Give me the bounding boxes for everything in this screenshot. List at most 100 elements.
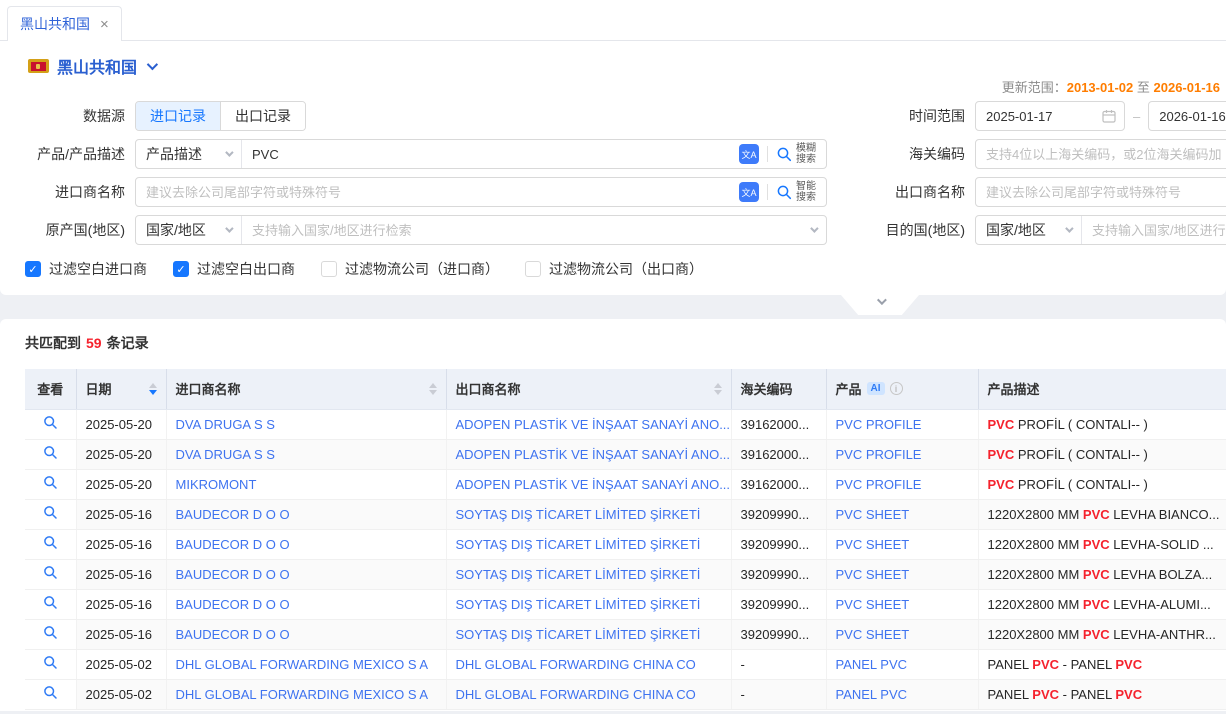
product-link[interactable]: PANEL PVC [836, 657, 908, 672]
importer-link[interactable]: DHL GLOBAL FORWARDING MEXICO S A [176, 687, 429, 702]
exporter-link[interactable]: DHL GLOBAL FORWARDING CHINA CO [456, 657, 696, 672]
filter-checkbox-1[interactable]: ✓过滤空白出口商 [173, 259, 295, 279]
view-record-button[interactable] [43, 685, 58, 700]
sort-desc-icon[interactable] [149, 390, 157, 395]
importer-label: 进口商名称 [0, 182, 135, 202]
importer-link[interactable]: MIKROMONT [176, 477, 257, 492]
exporter-link[interactable]: ADOPEN PLASTİK VE İNŞAAT SANAYİ ANO... [456, 447, 731, 462]
exporter-link[interactable]: SOYTAŞ DIŞ TİCARET LİMİTED ŞİRKETİ [456, 567, 701, 582]
product-link[interactable]: PVC SHEET [836, 507, 910, 522]
table-body: 2025-05-20DVA DRUGA S SADOPEN PLASTİK VE… [25, 409, 1226, 709]
importer-link[interactable]: DHL GLOBAL FORWARDING MEXICO S A [176, 657, 429, 672]
importer-link[interactable]: DVA DRUGA S S [176, 447, 275, 462]
importer-input[interactable] [136, 179, 739, 205]
product-link[interactable]: PVC SHEET [836, 597, 910, 612]
smart-search-icon[interactable] [776, 184, 793, 201]
results-panel: 共匹配到59条记录 查看日期进口商名称出口商名称海关编码产品AIi产品描述 20… [0, 319, 1226, 711]
fuzzy-search-icon[interactable] [776, 146, 793, 163]
destination-type-select[interactable]: 国家/地区 [976, 216, 1081, 244]
sort-desc-icon[interactable] [429, 390, 437, 395]
exporter-link[interactable]: SOYTAŞ DIŞ TİCARET LİMİTED ŞİRKETİ [456, 627, 701, 642]
exporter-link[interactable]: DHL GLOBAL FORWARDING CHINA CO [456, 687, 696, 702]
product-link[interactable]: PVC PROFILE [836, 477, 922, 492]
exporter-link[interactable]: SOYTAŞ DIŞ TİCARET LİMİTED ŞİRKETİ [456, 507, 701, 522]
origin-country-input[interactable] [242, 217, 810, 243]
importer-link[interactable]: BAUDECOR D O O [176, 537, 290, 552]
sort-asc-icon[interactable] [149, 383, 157, 388]
destination-country-input[interactable] [1082, 217, 1226, 243]
hs-code-cell: 39209990... [731, 619, 826, 649]
importer-link[interactable]: BAUDECOR D O O [176, 627, 290, 642]
exporter-link[interactable]: SOYTAŞ DIŞ TİCARET LİMİTED ŞİRKETİ [456, 597, 701, 612]
exporter-link[interactable]: ADOPEN PLASTİK VE İNŞAAT SANAYİ ANO... [456, 477, 731, 492]
product-link[interactable]: PANEL PVC [836, 687, 908, 702]
sort-icons[interactable] [141, 383, 157, 395]
description-cell: 1220X2800 MM PVC LEVHA-ANTHR... [978, 619, 1226, 649]
checkbox-unchecked-icon[interactable] [525, 261, 541, 277]
data-source-option-0[interactable]: 进口记录 [136, 102, 220, 130]
tab-montenegro[interactable]: 黑山共和国 × [7, 6, 122, 41]
product-search-input[interactable] [242, 141, 739, 167]
product-link[interactable]: PVC SHEET [836, 537, 910, 552]
product-link[interactable]: PVC PROFILE [836, 417, 922, 432]
importer-link[interactable]: BAUDECOR D O O [176, 597, 290, 612]
update-range-middle: 至 [1137, 80, 1150, 95]
column-header-2[interactable]: 进口商名称 [166, 369, 446, 409]
checkbox-checked-icon[interactable]: ✓ [25, 261, 41, 277]
start-date-value: 2025-01-17 [986, 109, 1102, 124]
date-range-separator: – [1133, 109, 1140, 124]
product-link[interactable]: PVC PROFILE [836, 447, 922, 462]
sort-icons[interactable] [421, 383, 437, 395]
hs-code-cell: 39209990... [731, 499, 826, 529]
filter-checkbox-2[interactable]: 过滤物流公司（进口商） [321, 259, 499, 279]
column-header-1[interactable]: 日期 [76, 369, 166, 409]
fuzzy-search-button[interactable]: 模糊搜索 [796, 143, 818, 165]
highlighted-keyword: PVC [988, 477, 1015, 492]
product-type-select[interactable]: 产品描述 [136, 140, 241, 168]
view-record-button[interactable] [43, 445, 58, 460]
view-record-button[interactable] [43, 475, 58, 490]
exporter-link[interactable]: ADOPEN PLASTİK VE İNŞAAT SANAYİ ANO... [456, 417, 731, 432]
collapse-search-panel-button[interactable] [841, 295, 919, 315]
info-icon[interactable]: i [890, 382, 903, 395]
chevron-down-icon [1065, 224, 1073, 232]
translate-icon[interactable]: 文A [739, 182, 759, 202]
country-selector[interactable]: 黑山共和国 [0, 51, 1226, 79]
view-record-button[interactable] [43, 505, 58, 520]
checkbox-checked-icon[interactable]: ✓ [173, 261, 189, 277]
importer-link[interactable]: BAUDECOR D O O [176, 567, 290, 582]
form-row-4: 原产国(地区) 国家/地区 目的国(地区) 国家/地区 [0, 215, 1226, 245]
view-record-button[interactable] [43, 415, 58, 430]
origin-type-select[interactable]: 国家/地区 [136, 216, 241, 244]
view-record-button[interactable] [43, 565, 58, 580]
close-icon[interactable]: × [100, 17, 109, 32]
importer-link[interactable]: DVA DRUGA S S [176, 417, 275, 432]
filter-checkbox-0[interactable]: ✓过滤空白进口商 [25, 259, 147, 279]
view-record-button[interactable] [43, 595, 58, 610]
data-source-option-1[interactable]: 出口记录 [220, 102, 305, 130]
column-header-3[interactable]: 出口商名称 [446, 369, 731, 409]
sort-desc-icon[interactable] [714, 390, 722, 395]
column-label: 查看 [37, 379, 63, 398]
end-date-input[interactable]: 2026-01-16 [1148, 101, 1226, 131]
view-record-button[interactable] [43, 655, 58, 670]
hs-code-input[interactable] [975, 139, 1226, 169]
view-record-button[interactable] [43, 625, 58, 640]
exporter-link[interactable]: SOYTAŞ DIŞ TİCARET LİMİTED ŞİRKETİ [456, 537, 701, 552]
filter-checkbox-3[interactable]: 过滤物流公司（出口商） [525, 259, 703, 279]
exporter-input[interactable] [975, 177, 1226, 207]
smart-search-button[interactable]: 智能搜索 [796, 181, 818, 203]
view-record-button[interactable] [43, 535, 58, 550]
sort-icons[interactable] [706, 383, 722, 395]
start-date-input[interactable]: 2025-01-17 [975, 101, 1125, 131]
product-link[interactable]: PVC SHEET [836, 567, 910, 582]
product-link[interactable]: PVC SHEET [836, 627, 910, 642]
importer-link[interactable]: BAUDECOR D O O [176, 507, 290, 522]
column-label: 进口商名称 [176, 379, 241, 398]
sort-asc-icon[interactable] [714, 383, 722, 388]
checkbox-unchecked-icon[interactable] [321, 261, 337, 277]
sort-asc-icon[interactable] [429, 383, 437, 388]
translate-icon[interactable]: 文A [739, 144, 759, 164]
table-row: 2025-05-16BAUDECOR D O OSOYTAŞ DIŞ TİCAR… [25, 529, 1226, 559]
column-label: 产品描述 [988, 379, 1040, 398]
